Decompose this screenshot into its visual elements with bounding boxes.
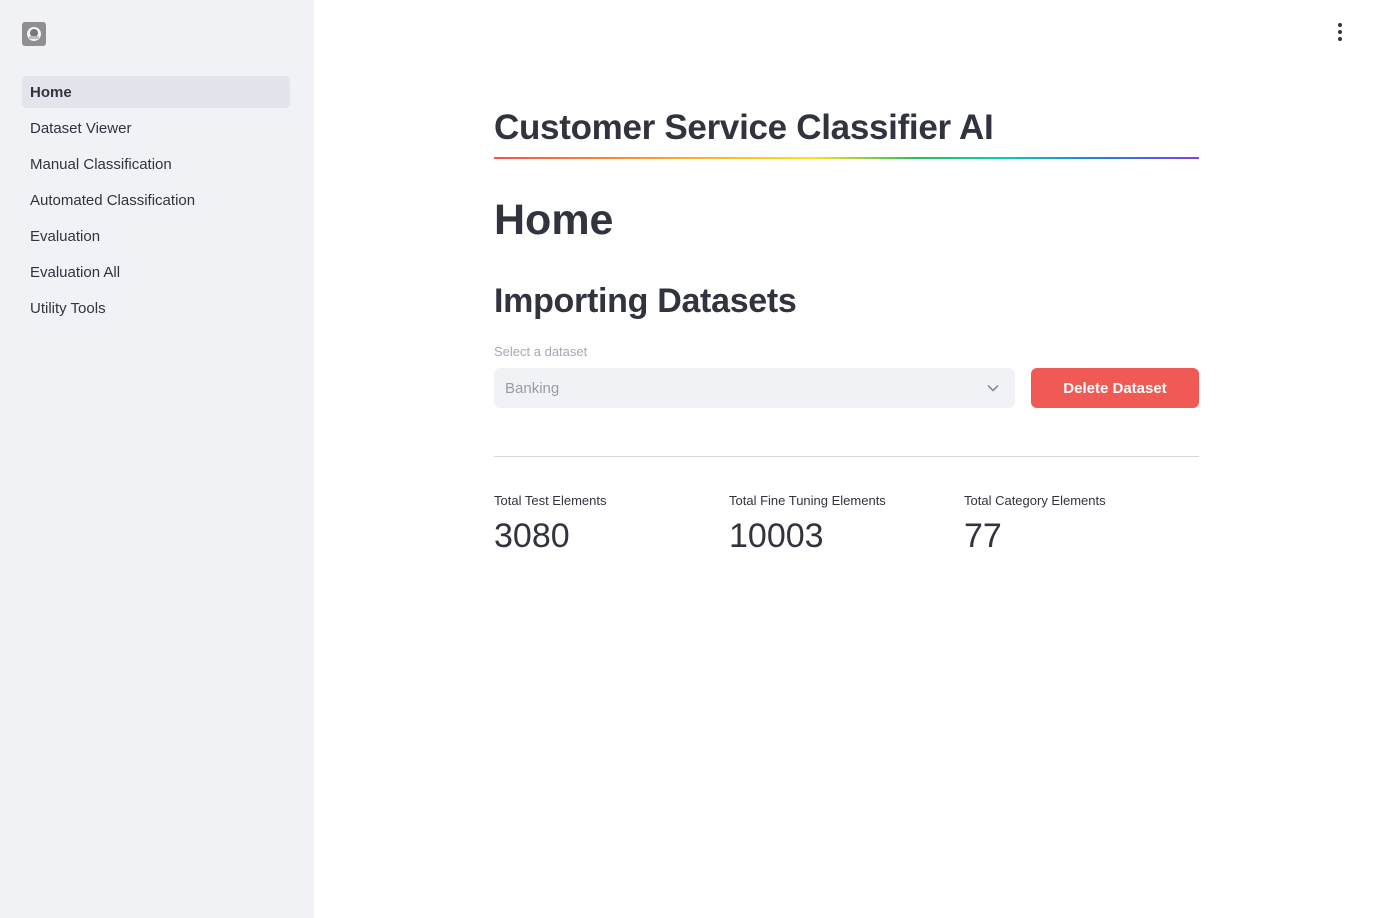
app-root: Home Dataset Viewer Manual Classificatio…	[0, 0, 1378, 918]
title-divider	[494, 157, 1199, 159]
metrics-row: Total Test Elements 3080 Total Fine Tuni…	[494, 492, 1199, 556]
sidebar-item-home[interactable]: Home	[22, 76, 290, 108]
sidebar-item-label: Home	[30, 83, 72, 101]
metric-total-fine-tuning: Total Fine Tuning Elements 10003	[729, 492, 964, 556]
metric-label: Total Test Elements	[494, 493, 607, 508]
dataset-select-label: Select a dataset	[494, 344, 588, 359]
chevron-down-icon	[987, 385, 999, 392]
sidebar-item-evaluation-all[interactable]: Evaluation All	[22, 256, 290, 288]
main-content: Customer Service Classifier AI Home Impo…	[314, 0, 1378, 918]
metric-total-test: Total Test Elements 3080	[494, 492, 729, 556]
page-title: Home	[494, 196, 614, 244]
sidebar-item-automated-classification[interactable]: Automated Classification	[22, 184, 290, 216]
metric-label: Total Fine Tuning Elements	[729, 493, 886, 508]
app-title: Customer Service Classifier AI	[494, 108, 994, 147]
sidebar-item-label: Utility Tools	[30, 299, 106, 317]
sidebar-item-evaluation[interactable]: Evaluation	[22, 220, 290, 252]
dataset-select[interactable]: Banking	[494, 368, 1015, 408]
sidebar-item-label: Evaluation All	[30, 263, 121, 281]
sidebar-item-label: Automated Classification	[30, 191, 196, 209]
section-divider	[494, 456, 1199, 457]
sidebar-item-utility-tools[interactable]: Utility Tools	[22, 292, 290, 324]
sidebar-item-label: Dataset Viewer	[30, 119, 132, 137]
sidebar-item-label: Evaluation	[30, 227, 101, 245]
metric-label: Total Category Elements	[964, 493, 1106, 508]
sidebar-item-label: Manual Classification	[30, 155, 172, 173]
sidebar: Home Dataset Viewer Manual Classificatio…	[0, 0, 314, 918]
sidebar-nav: Home Dataset Viewer Manual Classificatio…	[22, 76, 290, 328]
metric-value: 10003	[729, 517, 824, 555]
app-logo-icon	[22, 22, 46, 46]
sidebar-item-manual-classification[interactable]: Manual Classification	[22, 148, 290, 180]
section-title: Importing Datasets	[494, 282, 797, 320]
sidebar-item-dataset-viewer[interactable]: Dataset Viewer	[22, 112, 290, 144]
dataset-select-value: Banking	[505, 379, 560, 397]
delete-dataset-button[interactable]: Delete Dataset	[1031, 368, 1199, 408]
metric-total-category: Total Category Elements 77	[964, 492, 1199, 556]
metric-value: 3080	[494, 517, 570, 555]
metric-value: 77	[964, 517, 1002, 555]
more-vertical-icon[interactable]	[1328, 20, 1352, 44]
